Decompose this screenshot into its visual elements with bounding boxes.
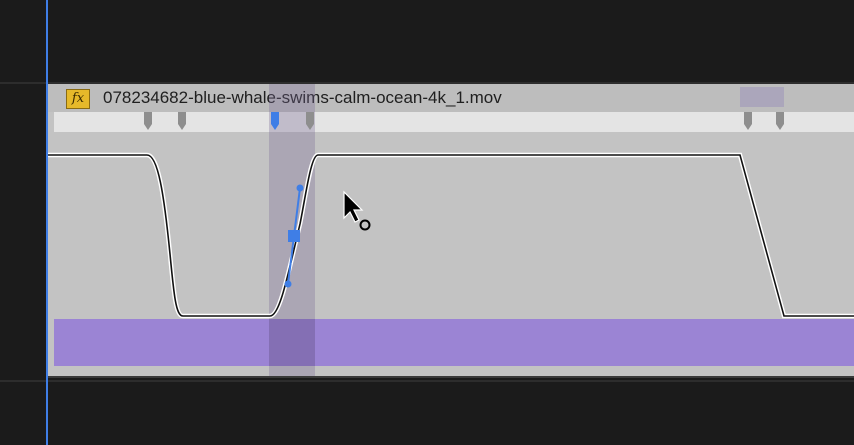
playhead-line[interactable] <box>46 0 48 445</box>
keyframe-marker-icon[interactable] <box>744 112 752 130</box>
keyframe-graph[interactable] <box>48 84 854 376</box>
keyframe-marker-icon[interactable] <box>271 112 279 130</box>
keyframe-marker-icon[interactable] <box>776 112 784 130</box>
video-clip[interactable]: fx 078234682-blue-whale-swims-calm-ocean… <box>48 84 854 378</box>
keyframe-marker-icon[interactable] <box>306 112 314 130</box>
opacity-curve[interactable] <box>48 152 854 319</box>
track-divider-bottom <box>0 380 854 382</box>
mouse-pointer-icon <box>343 190 371 231</box>
keyframe-marker-icon[interactable] <box>178 112 186 130</box>
keyframe-marker-icon[interactable] <box>144 112 152 130</box>
